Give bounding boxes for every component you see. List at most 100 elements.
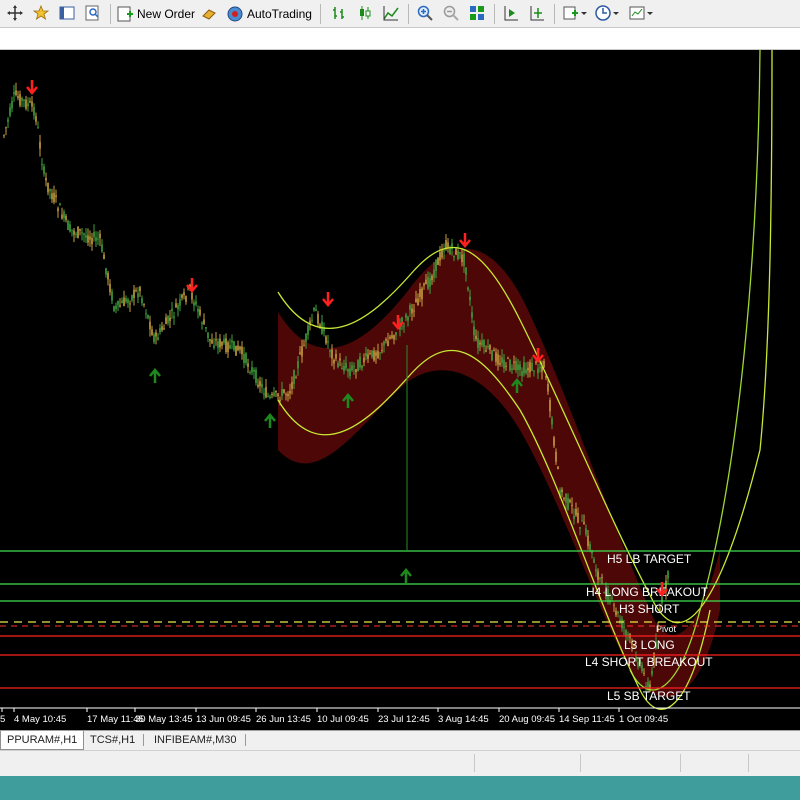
candle-body (327, 341, 329, 343)
tab-ppuram-h1[interactable]: PPURAM#,H1 (0, 731, 85, 750)
candle-body (527, 367, 529, 371)
indicators-icon[interactable] (562, 4, 580, 22)
candle-body (485, 350, 487, 352)
line-chart-icon[interactable] (382, 4, 400, 22)
toolbar-separator (494, 4, 495, 24)
candle-body (221, 341, 223, 346)
chevron-down-icon[interactable] (612, 4, 620, 22)
candle-body (351, 365, 353, 371)
autotrading-button[interactable]: AutoTrading (226, 3, 312, 24)
tab-infibeam-m30[interactable]: INFIBEAM#,M30 (148, 731, 243, 749)
tile-windows-icon[interactable] (468, 4, 486, 22)
candle-body (249, 372, 251, 374)
navigator-search-icon[interactable] (84, 4, 102, 22)
toolbar-separator (408, 4, 409, 24)
time-tick-label: 5 (0, 714, 5, 725)
candle-body (513, 361, 515, 363)
candle-body (101, 244, 103, 252)
candle-body (493, 349, 495, 351)
candle-body (539, 367, 541, 369)
candle-body (431, 275, 433, 281)
candle-body (551, 418, 553, 425)
candle-body (61, 214, 63, 219)
candle-body (329, 350, 331, 352)
candle-body (645, 686, 647, 688)
candle-body (113, 306, 115, 311)
sell-arrow-icon (322, 292, 334, 307)
chevron-down-icon[interactable] (580, 4, 588, 22)
autotrading-label: AutoTrading (247, 6, 312, 21)
zoom-out-icon[interactable] (442, 4, 460, 22)
zoom-in-icon[interactable] (416, 4, 434, 22)
candle-body (339, 358, 341, 361)
templates-icon[interactable] (628, 4, 646, 22)
candle-body (615, 610, 617, 616)
candle-body (55, 195, 57, 198)
candle-body (85, 235, 87, 238)
candle-body (201, 322, 203, 324)
new-order-label: New Order (137, 6, 196, 21)
candle-body (497, 354, 499, 365)
candle-body (567, 497, 569, 510)
candle-body (433, 269, 435, 278)
candle-body (487, 345, 489, 348)
candle-body (589, 543, 591, 550)
candle-body (311, 319, 313, 321)
candle-body (71, 229, 73, 231)
candle-body (179, 299, 181, 306)
data-window-icon[interactable] (58, 4, 76, 22)
price-chart[interactable]: H5 LB TARGET H4 LONG BREAKOUT H3 SHORT Pivo… (0, 50, 800, 730)
tab-tcs-h1[interactable]: TCS#,H1 (84, 731, 141, 749)
favorites-star-icon[interactable] (32, 4, 50, 22)
periods-clock-icon[interactable] (594, 4, 612, 22)
time-tick-label: 1 Oct 09:45 (619, 714, 668, 725)
candle-body (453, 255, 455, 258)
candle-body (505, 365, 507, 367)
status-cell (680, 754, 681, 772)
auto-scroll-icon[interactable] (502, 4, 520, 22)
candle-body (153, 334, 155, 343)
candle-body (459, 252, 461, 254)
chevron-down-icon[interactable] (646, 4, 654, 22)
candle-body (577, 512, 579, 523)
bar-chart-icon[interactable] (330, 4, 348, 22)
level-label-2: H3 SHORT (619, 602, 680, 616)
candle-body (143, 304, 145, 306)
candle-body (469, 296, 471, 301)
candle-body (203, 319, 205, 325)
candle-body (601, 577, 603, 579)
candle-body (65, 215, 67, 220)
level-label-6: L5 SB TARGET (607, 689, 691, 703)
candle-body (275, 390, 277, 393)
candle-body (59, 203, 61, 206)
candle-body (423, 283, 425, 286)
candle-body (161, 326, 163, 331)
price-chart-canvas[interactable]: H5 LB TARGETH4 LONG BREAKOUTH3 SHORTPivo… (0, 50, 800, 730)
candle-body (515, 361, 517, 371)
candle-body (89, 236, 91, 240)
candlestick-chart-icon[interactable] (356, 4, 374, 22)
candle-body (573, 515, 575, 520)
candle-body (193, 302, 195, 306)
candle-body (435, 259, 437, 271)
candle-body (281, 389, 283, 396)
candle-body (595, 569, 597, 572)
candle-body (205, 326, 207, 329)
candle-body (123, 297, 125, 306)
candle-body (565, 493, 567, 503)
candle-body (415, 298, 417, 303)
candle-body (129, 303, 131, 305)
candle-body (97, 238, 99, 240)
market-watch-icon[interactable] (200, 4, 218, 22)
chart-shift-icon[interactable] (528, 4, 546, 22)
candle-body (537, 368, 539, 374)
candle-body (33, 106, 35, 116)
crosshair-move-icon[interactable] (6, 4, 24, 22)
candle-body (151, 329, 153, 336)
candle-body (31, 101, 33, 107)
candle-body (239, 346, 241, 350)
new-order-button[interactable]: New Order (116, 3, 195, 24)
candle-body (387, 340, 389, 347)
candle-body (283, 389, 285, 393)
new-order-icon (117, 6, 133, 21)
